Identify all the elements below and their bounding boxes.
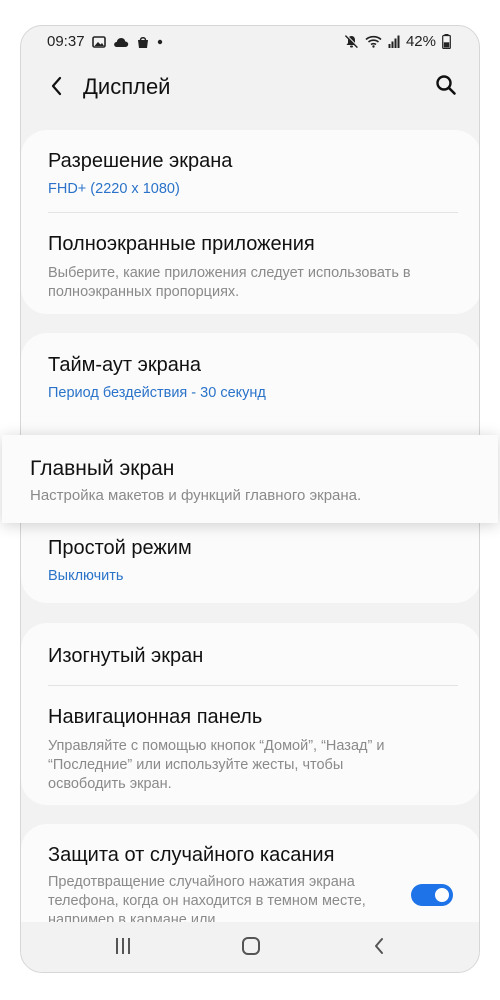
battery-percent: 42%: [405, 33, 436, 50]
home-icon: [241, 936, 261, 961]
home-screen-item[interactable]: Главный экран Настройка макетов и функци…: [2, 435, 498, 523]
resolution-item[interactable]: Разрешение экрана FHD+ (2220 x 1080): [21, 130, 479, 212]
item-title: Тайм-аут экрана: [48, 354, 202, 376]
toggle-knob: [433, 886, 451, 904]
recents-button[interactable]: [103, 932, 143, 964]
settings-card-accidental-touch: Защита от случайного касания Предотвраще…: [21, 824, 479, 922]
fullscreen-apps-item[interactable]: Полноэкранные приложения Выберите, какие…: [21, 213, 479, 313]
item-description: Настройка макетов и функций главного экр…: [30, 487, 362, 504]
settings-card-edge-nav: Изогнутый экран Навигационная панель Упр…: [21, 623, 479, 805]
page-title: Дисплей: [83, 74, 171, 99]
navigation-bar-item[interactable]: Навигационная панель Управляйте с помощь…: [21, 686, 479, 804]
recents-icon: [114, 937, 132, 960]
shopping-bag-icon: [136, 35, 150, 49]
system-nav-bar: [21, 922, 479, 972]
home-button[interactable]: [231, 932, 271, 964]
item-description: Предотвращение случайного нажатия экрана…: [48, 874, 366, 922]
item-title: Простой режим: [48, 537, 192, 559]
accidental-touch-toggle[interactable]: [411, 884, 453, 906]
search-icon: [435, 74, 457, 101]
mute-icon: [344, 34, 359, 49]
item-value: Период бездействия - 30 секунд: [48, 385, 266, 401]
back-nav-button[interactable]: [359, 932, 399, 964]
status-bar: 09:37 42%: [21, 26, 479, 58]
dot-icon: [157, 39, 163, 45]
back-button[interactable]: [43, 74, 71, 102]
item-value: FHD+ (2220 x 1080): [48, 181, 180, 197]
gallery-icon: [91, 35, 106, 49]
battery-icon: [442, 34, 451, 49]
screen-timeout-item[interactable]: Тайм-аут экрана Период бездействия - 30 …: [21, 333, 479, 419]
app-header: Дисплей: [21, 64, 479, 114]
accidental-touch-item[interactable]: Защита от случайного касания Предотвраще…: [21, 824, 479, 922]
search-button[interactable]: [431, 72, 461, 102]
item-description: Управляйте с помощью кнопок “Домой”, “На…: [48, 738, 385, 792]
signal-icon: [388, 35, 400, 48]
item-description: Выберите, какие приложения следует испол…: [48, 265, 411, 300]
item-title: Полноэкранные приложения: [48, 233, 315, 255]
status-time: 09:37: [47, 33, 85, 50]
item-title: Защита от случайного касания: [48, 844, 335, 866]
chevron-left-icon: [50, 76, 64, 101]
item-title: Разрешение экрана: [48, 150, 233, 172]
back-icon: [372, 936, 386, 961]
item-value: Выключить: [48, 568, 124, 584]
wifi-icon: [365, 35, 382, 48]
cloud-icon: [113, 36, 129, 48]
item-title: Главный экран: [30, 457, 175, 480]
easy-mode-item[interactable]: Простой режим Выключить: [21, 523, 479, 603]
item-title: Навигационная панель: [48, 706, 263, 728]
settings-card-resolution: Разрешение экрана FHD+ (2220 x 1080) Пол…: [21, 130, 479, 314]
edge-screen-item[interactable]: Изогнутый экран: [21, 623, 479, 685]
item-title: Изогнутый экран: [48, 645, 204, 667]
